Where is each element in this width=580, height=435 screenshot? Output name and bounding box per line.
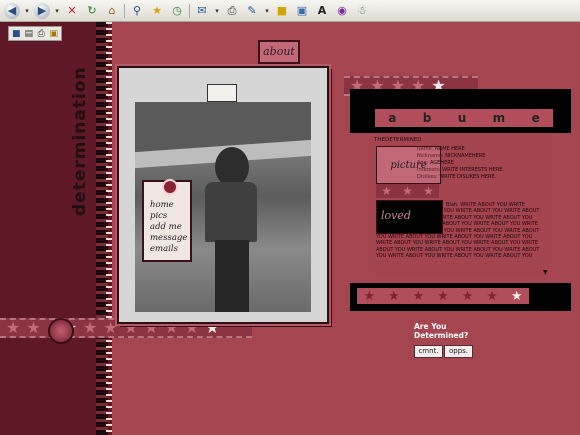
- bottom-ribbon: ★ ★ ★ ★ ★ ★ ★: [357, 288, 529, 304]
- forward-icon[interactable]: ▶: [34, 2, 50, 19]
- mail-icon[interactable]: ✉: [194, 3, 210, 19]
- edit-icon[interactable]: ✎: [244, 3, 260, 19]
- fact-dislikes: Dislikes: WRITE DISLIKES HERE.: [417, 174, 497, 180]
- photo-figure-head: [215, 147, 249, 187]
- star-icon: ★: [103, 318, 118, 337]
- dotted-border: [106, 22, 112, 435]
- star-icon: ★: [486, 288, 498, 304]
- stop-icon[interactable]: ✕: [64, 3, 80, 19]
- star-icon: ★: [6, 318, 21, 337]
- star-icon: ★: [363, 288, 376, 304]
- scroll-down-icon[interactable]: ▼: [543, 269, 549, 276]
- photo-label: [207, 84, 237, 102]
- save-icon[interactable]: ■: [11, 29, 22, 39]
- name-letter: a: [388, 111, 397, 125]
- round-button: [48, 318, 74, 344]
- home-icon[interactable]: ⌂: [104, 3, 120, 19]
- messenger-icon[interactable]: ▣: [294, 3, 310, 19]
- extra-icon[interactable]: ◉: [334, 3, 350, 19]
- name-letter: m: [492, 111, 506, 125]
- opps-button[interactable]: opps.: [444, 345, 473, 358]
- about-tag: about: [258, 40, 300, 64]
- photo-figure-legs: [215, 240, 249, 312]
- question-text: Are You Determined?: [414, 322, 468, 340]
- star-icon: ★: [510, 288, 523, 304]
- star-icon: ★: [412, 288, 425, 304]
- print-icon[interactable]: ⎙: [36, 29, 47, 39]
- loved-label: loved: [381, 209, 411, 222]
- msn-icon[interactable]: ☃: [354, 3, 370, 19]
- forward-dropdown-icon[interactable]: ▾: [54, 3, 60, 19]
- question-line-1: Are You: [414, 322, 447, 331]
- nav-link-home[interactable]: home: [150, 200, 187, 211]
- facts-list: Name: NAME HERE Nickname: NICKNAMEHERE A…: [417, 146, 547, 181]
- picture-star-strip: ★ ★ ★: [376, 184, 439, 198]
- name-letter: e: [531, 111, 540, 125]
- star-icon: ★: [461, 288, 474, 304]
- image-toolbar: ■ ▤ ⎙ ▣: [8, 26, 62, 41]
- star-icon: ★: [388, 288, 400, 304]
- nav-card: home pics add me message emails: [142, 179, 192, 262]
- toolbar-separator: [189, 3, 190, 18]
- mail-dropdown-icon[interactable]: ▾: [214, 3, 220, 19]
- lock-icon[interactable]: ▣: [49, 29, 60, 39]
- font-icon[interactable]: A: [314, 3, 330, 19]
- fact-name: Name: NAME HERE: [417, 146, 465, 152]
- name-letter: b: [422, 111, 432, 125]
- nav-link-message[interactable]: message: [150, 233, 187, 244]
- fact-nickname: Nickname: NICKNAMEHERE: [417, 153, 486, 159]
- toolbar-separator: [124, 3, 125, 18]
- fact-age: Age: AGEHERE: [417, 160, 454, 166]
- history-icon[interactable]: ◷: [169, 3, 185, 19]
- star-icon: ★: [437, 288, 449, 304]
- nav-link-emails[interactable]: emails: [150, 244, 187, 255]
- star-icon: ★: [402, 184, 413, 198]
- question-line-2: Determined?: [414, 331, 469, 340]
- copy-icon[interactable]: ▤: [24, 29, 35, 39]
- star-icon: ★: [26, 318, 41, 337]
- star-icon: ★: [381, 184, 392, 198]
- edit-dropdown-icon[interactable]: ▾: [264, 3, 270, 19]
- back-dropdown-icon[interactable]: ▾: [24, 3, 30, 19]
- refresh-icon[interactable]: ↻: [84, 3, 100, 19]
- print-icon[interactable]: ⎙: [224, 3, 240, 19]
- star-icon: ★: [83, 318, 98, 337]
- sidebar-word: determination: [70, 66, 90, 216]
- section-label: THEDETERMINED: [374, 137, 422, 143]
- nav-link-add-me[interactable]: add me: [150, 222, 187, 233]
- favorites-icon[interactable]: ★: [149, 3, 165, 19]
- fact-interests: Interests: WRITE INTERESTS HERE.: [417, 167, 505, 173]
- name-letter: u: [457, 111, 467, 125]
- photo-figure-body: [205, 182, 257, 242]
- comment-button[interactable]: cmnt.: [414, 345, 443, 358]
- search-icon[interactable]: ⚲: [129, 3, 145, 19]
- back-icon[interactable]: ◀: [4, 2, 20, 19]
- discuss-icon[interactable]: ■: [274, 3, 290, 19]
- nav-link-pics[interactable]: pics: [150, 211, 187, 222]
- loved-box: loved: [376, 200, 443, 234]
- name-ribbon: a b u m e: [375, 109, 553, 127]
- star-icon: ★: [423, 184, 434, 198]
- pin-icon: [162, 179, 178, 195]
- browser-toolbar: ◀ ▾ ▶ ▾ ✕ ↻ ⌂ ⚲ ★ ◷ ✉ ▾ ⎙ ✎ ▾ ■ ▣ A ◉ ☃: [0, 0, 580, 22]
